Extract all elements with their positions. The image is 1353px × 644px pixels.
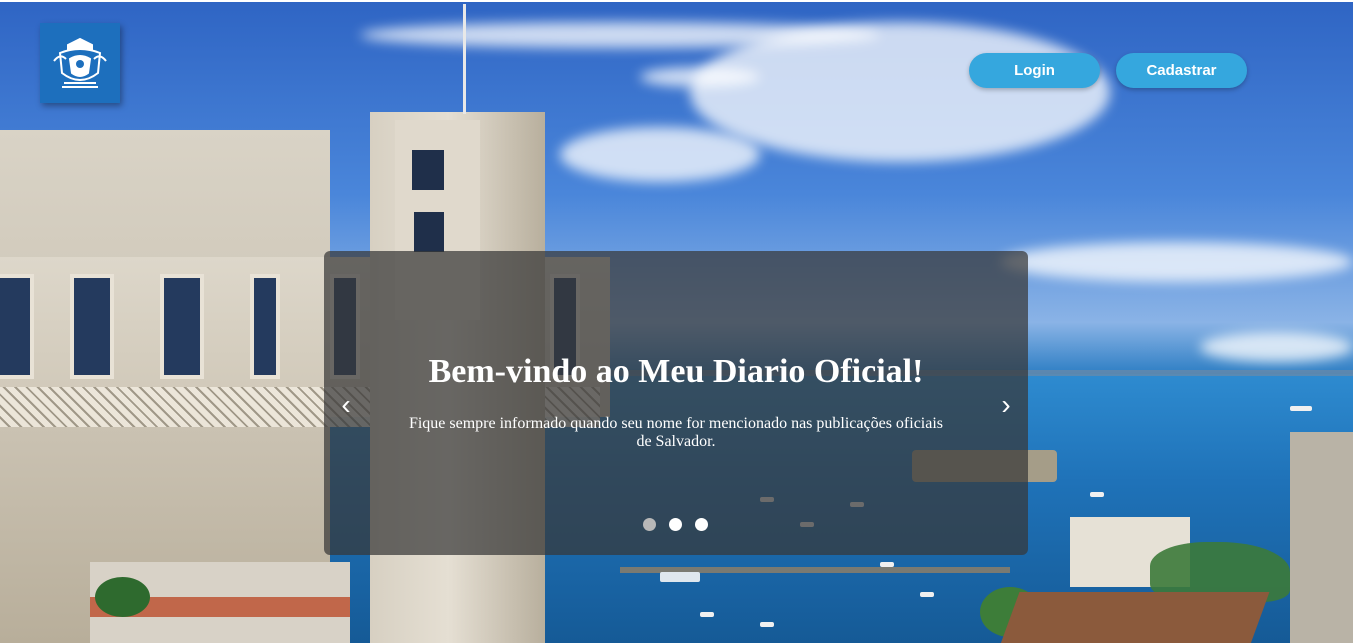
palm-trees [95,577,150,617]
antenna [463,4,466,114]
window [160,274,204,379]
tower-window [414,212,444,252]
window [250,274,280,379]
boat [880,562,894,567]
chevron-left-icon[interactable]: ‹ [334,391,358,419]
boat [700,612,714,617]
carousel-indicators [643,518,708,531]
cloud [1200,332,1353,362]
cloud [690,22,1110,162]
carousel-indicator-3[interactable] [695,518,708,531]
cloud [640,67,760,87]
carousel-indicator-1[interactable] [643,518,656,531]
right-tower [1290,432,1353,643]
city-coat-of-arms-icon [53,37,107,88]
cloud [560,127,760,182]
cloud [1000,242,1353,282]
carousel-title: Bem-vindo ao Meu Diario Oficial! [428,353,924,390]
login-button[interactable]: Login [969,53,1100,88]
chevron-right-icon[interactable]: › [994,391,1018,419]
register-button[interactable]: Cadastrar [1116,53,1247,88]
brown-roof [1000,592,1270,643]
welcome-carousel: ‹ Bem-vindo ao Meu Diario Oficial! Fique… [324,251,1028,555]
carousel-indicator-2[interactable] [669,518,682,531]
boat [1090,492,1104,497]
carousel-subtitle: Fique sempre informado quando seu nome f… [408,415,944,450]
window [0,274,34,379]
boat [760,622,774,627]
ferry [660,572,700,582]
logo[interactable] [40,23,120,103]
window [70,274,114,379]
boat [1290,406,1312,411]
tower-window [412,150,444,190]
boat [920,592,934,597]
